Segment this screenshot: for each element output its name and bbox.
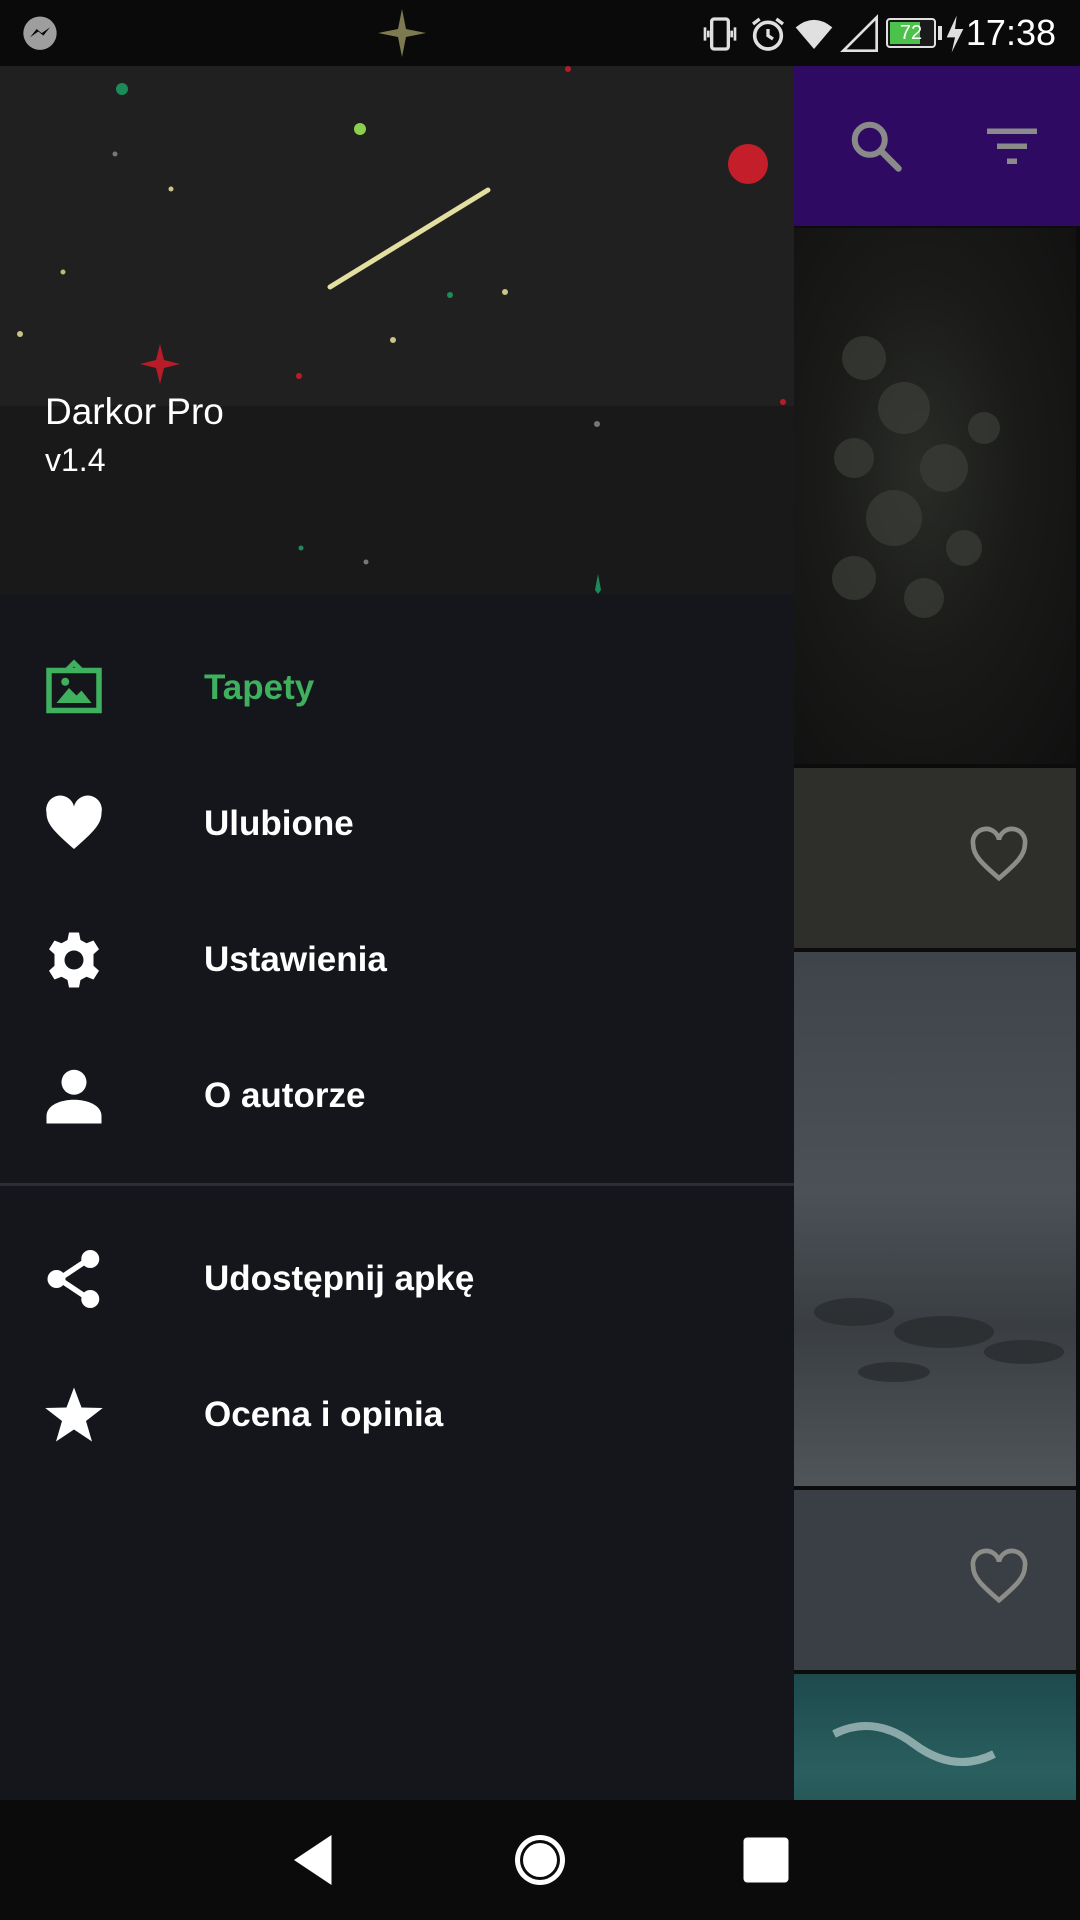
- person-icon: [46, 1069, 102, 1124]
- system-navigation-bar: [0, 1800, 1080, 1920]
- heart-icon: [46, 795, 102, 849]
- favorite-heart-icon[interactable]: [968, 826, 1030, 884]
- drawer-item-label: Ocena i opinia: [204, 1395, 444, 1434]
- vibrate-icon: [703, 17, 737, 51]
- search-icon[interactable]: [846, 116, 906, 176]
- filter-icon[interactable]: [982, 116, 1042, 176]
- wifi-icon: [795, 19, 833, 49]
- alarm-icon: [752, 17, 784, 51]
- drawer-header: Darkor Pro v1.4: [0, 66, 794, 594]
- recents-icon[interactable]: [736, 1830, 796, 1890]
- battery-tip: [938, 26, 942, 40]
- share-icon: [47, 1250, 100, 1308]
- drawer-item-label: Ustawienia: [204, 940, 387, 979]
- home-icon[interactable]: [510, 1830, 570, 1890]
- drawer-item-favorites[interactable]: Ulubione: [0, 756, 794, 892]
- wallpaper-thumbnail-forest[interactable]: [794, 228, 1076, 764]
- drawer-divider: [0, 1183, 794, 1186]
- night-sky-header-image: [17, 66, 786, 594]
- app-name: Darkor Pro: [45, 391, 224, 432]
- status-time: 17:38: [965, 12, 1056, 53]
- drawer-item-label: Tapety: [204, 668, 315, 707]
- wallpaper-card-footer: [794, 1490, 1076, 1670]
- star-sparkle-icon: [378, 9, 426, 57]
- app-version: v1.4: [45, 442, 106, 478]
- messenger-icon: [23, 16, 57, 50]
- favorite-heart-icon[interactable]: [968, 1548, 1030, 1606]
- drawer-item-wallpapers[interactable]: Tapety: [0, 620, 794, 756]
- gear-icon: [49, 932, 99, 988]
- wallpaper-card-footer: [794, 768, 1076, 948]
- drawer-item-label: Udostępnij apkę: [204, 1259, 475, 1298]
- drawer-item-label: O autorze: [204, 1076, 366, 1115]
- drawer-item-share-app[interactable]: Udostępnij apkę: [0, 1211, 794, 1347]
- back-icon[interactable]: [284, 1830, 344, 1890]
- status-bar: 72 17:38: [0, 0, 1080, 66]
- drawer-item-label: Ulubione: [204, 804, 354, 843]
- wallpaper-thumbnail-snow[interactable]: [794, 952, 1076, 1486]
- battery-charging-icon: 72: [886, 18, 936, 48]
- drawer-item-settings[interactable]: Ustawienia: [0, 892, 794, 1028]
- drawer-item-rate-review[interactable]: Ocena i opinia: [0, 1347, 794, 1483]
- wallpaper-icon: [46, 659, 102, 714]
- battery-level: 72: [899, 22, 923, 44]
- star-icon: [45, 1387, 103, 1442]
- charging-bolt-icon: [946, 15, 964, 53]
- drawer-item-about-author[interactable]: O autorze: [0, 1028, 794, 1164]
- signal-icon: [840, 14, 878, 52]
- navigation-drawer: Darkor Pro v1.4 Tapety Ulubione Ustawien…: [0, 66, 794, 1800]
